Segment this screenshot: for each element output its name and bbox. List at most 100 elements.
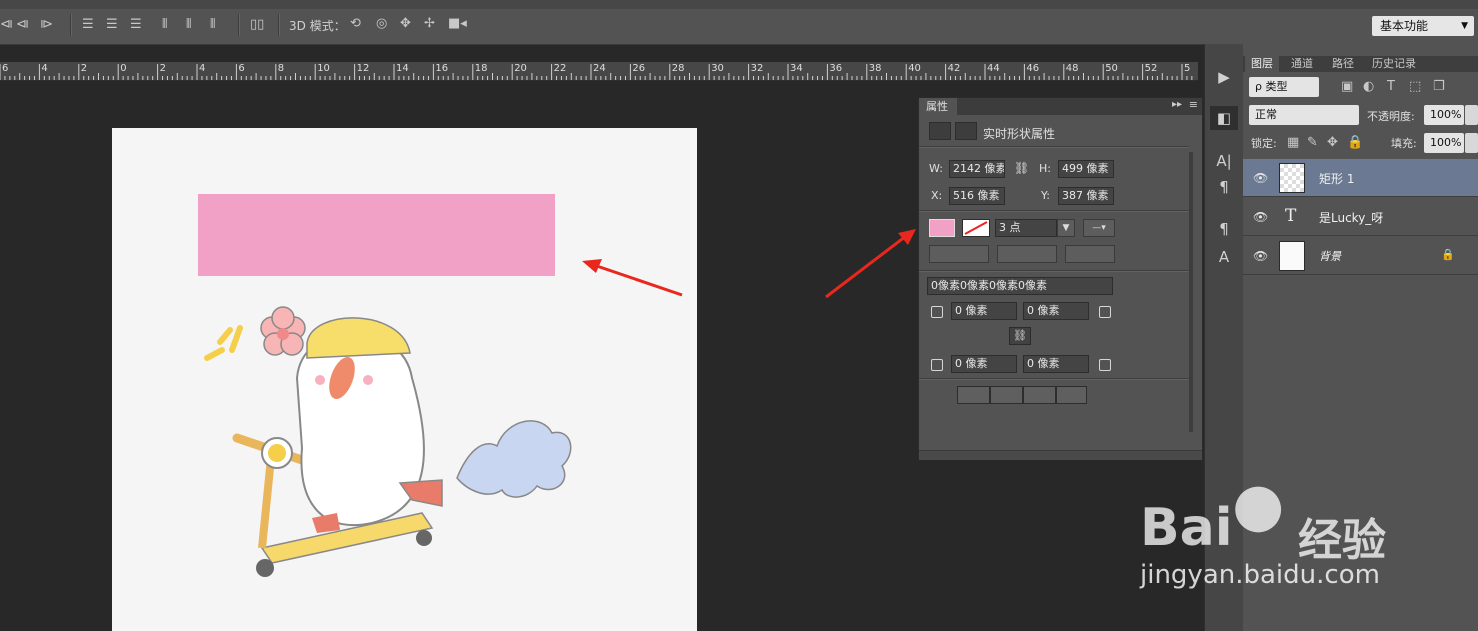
3d-scale-icon[interactable]: ■◂ — [448, 17, 467, 31]
watermark-brand-cn: 经验 — [1298, 515, 1386, 566]
opacity-dropdown[interactable] — [1465, 105, 1478, 125]
opacity-field[interactable]: 100% — [1424, 105, 1464, 125]
corner-br-field[interactable]: 0 像素 — [1023, 355, 1089, 373]
path-intersect-button[interactable] — [1023, 386, 1056, 404]
tab-layers[interactable]: 图层 — [1245, 56, 1279, 72]
stroke-align-dropdown[interactable] — [929, 245, 989, 263]
stroke-color-swatch[interactable] — [962, 219, 990, 237]
ruler-label: 12 — [356, 63, 370, 74]
link-corners-button[interactable]: ⛓ — [1009, 327, 1031, 345]
stroke-type-dropdown[interactable]: —▾ — [1083, 219, 1115, 237]
ruler-label: 18 — [474, 63, 488, 74]
3d-slide-icon[interactable]: ✢ — [424, 17, 435, 31]
properties-icon[interactable]: ◧ — [1210, 106, 1238, 130]
lock-paint-icon[interactable]: ✎ — [1307, 136, 1318, 150]
paragraph-style-icon[interactable]: ¶ — [1205, 220, 1243, 238]
corner-tr-field[interactable]: 0 像素 — [1023, 302, 1089, 320]
path-subtract-button[interactable] — [990, 386, 1023, 404]
ruler-label: 50 — [1105, 63, 1118, 74]
corner-tl-icon — [931, 306, 943, 318]
distribute-bottom-icon[interactable]: ☰ — [130, 18, 142, 32]
3d-roll-icon[interactable]: ◎ — [376, 17, 387, 31]
align-center-icon[interactable]: ⧏ — [16, 18, 29, 32]
text-filter-icon[interactable]: T — [1387, 80, 1395, 94]
ruler-label: 14 — [396, 63, 409, 74]
chevron-down-icon[interactable]: ▼ — [1057, 219, 1075, 237]
distribute-top-icon[interactable]: ☰ — [82, 18, 94, 32]
divider — [919, 270, 1189, 272]
lock-move-icon[interactable]: ✥ — [1327, 136, 1338, 150]
collapse-icon[interactable]: ▸▸ — [1172, 99, 1182, 110]
workspace-select[interactable]: 基本功能 ▼ — [1372, 16, 1474, 36]
y-field[interactable]: 387 像素 — [1058, 187, 1114, 205]
corner-bl-icon — [931, 359, 943, 371]
shape-filter-icon[interactable]: ⬚ — [1409, 80, 1421, 94]
ruler-label: 4 — [199, 63, 206, 74]
paragraph-icon[interactable]: ¶ — [1205, 178, 1243, 196]
pink-rectangle-shape[interactable] — [198, 194, 555, 276]
fill-dropdown[interactable] — [1465, 133, 1478, 153]
stroke-cap-dropdown[interactable] — [997, 245, 1057, 263]
fill-field[interactable]: 100% — [1424, 133, 1464, 153]
stroke-width-field[interactable]: 3 点 — [995, 219, 1057, 237]
w-label: W: — [929, 162, 943, 175]
eye-icon[interactable]: 👁 — [1253, 210, 1268, 224]
lock-label: 锁定: — [1251, 137, 1277, 150]
path-combine-button[interactable] — [957, 386, 990, 404]
shape-properties-icon[interactable] — [929, 122, 951, 140]
layer-row-rectangle[interactable]: 👁 矩形 1 — [1243, 159, 1478, 197]
panel-menu-icon[interactable]: ≡ — [1189, 98, 1198, 111]
layer-thumbnail — [1279, 163, 1305, 193]
filter-type-select[interactable]: ρ 类型 — [1249, 77, 1319, 97]
align-right-icon[interactable]: ⧐ — [40, 18, 53, 32]
width-field[interactable]: 2142 像素 — [949, 160, 1005, 178]
distribute-hcenter-icon[interactable]: ⫴ — [186, 18, 191, 32]
lock-all-icon[interactable]: 🔒 — [1347, 136, 1363, 150]
tab-history[interactable]: 历史记录 — [1372, 56, 1416, 72]
ruler-label: 38 — [868, 63, 882, 74]
scrollbar[interactable] — [1189, 152, 1193, 432]
character-icon[interactable]: A| — [1205, 152, 1243, 170]
tab-properties[interactable]: 属性 — [919, 98, 957, 115]
path-exclude-button[interactable] — [1056, 386, 1087, 404]
corner-radius-summary[interactable]: 0像素0像素0像素0像素 — [927, 277, 1113, 295]
x-field[interactable]: 516 像素 — [949, 187, 1005, 205]
tab-paths[interactable]: 路径 — [1332, 56, 1354, 72]
tab-channels[interactable]: 通道 — [1291, 56, 1313, 72]
smart-object-filter-icon[interactable]: ❐ — [1433, 80, 1445, 94]
layer-row-text[interactable]: 👁 T 是Lucky_呀 — [1243, 198, 1478, 236]
layer-name[interactable]: 矩形 1 — [1319, 170, 1354, 187]
stroke-corner-dropdown[interactable] — [1065, 245, 1115, 263]
corner-bl-field[interactable]: 0 像素 — [951, 355, 1017, 373]
resize-handle[interactable] — [919, 450, 1202, 460]
distribute-right-icon[interactable]: ⫴ — [210, 18, 215, 32]
image-filter-icon[interactable]: ▣ — [1341, 80, 1353, 94]
link-icon[interactable]: ⛓ — [1014, 161, 1029, 175]
align-left-icon[interactable]: ⧏ — [0, 18, 13, 32]
height-field[interactable]: 499 像素 — [1058, 160, 1114, 178]
smoke-cloud — [456, 420, 572, 498]
layer-name[interactable]: 背景 — [1319, 248, 1341, 264]
distribute-left-icon[interactable]: ⫴ — [162, 18, 167, 32]
ruler-label: 8 — [277, 63, 285, 74]
ruler-label: 6 — [238, 63, 245, 74]
ruler-label: 52 — [1144, 63, 1158, 74]
eye-icon[interactable]: 👁 — [1253, 171, 1268, 185]
layer-row-background[interactable]: 👁 背景 🔒 — [1243, 237, 1478, 275]
3d-rotate-icon[interactable]: ⟲ — [350, 17, 361, 31]
blend-mode-select[interactable]: 正常 — [1249, 105, 1359, 125]
baidu-watermark: Bai ● 经验 jingyan.baidu.com — [1140, 470, 1420, 610]
lock-transparent-icon[interactable]: ▦ — [1287, 136, 1299, 150]
3d-pan-icon[interactable]: ✥ — [400, 17, 411, 31]
mask-properties-icon[interactable] — [955, 122, 977, 140]
character-style-icon[interactable]: A — [1205, 248, 1243, 266]
distribute-middle-icon[interactable]: ☰ — [106, 18, 118, 32]
annotation-arrows — [582, 229, 916, 299]
layer-name[interactable]: 是Lucky_呀 — [1319, 209, 1383, 226]
eye-icon[interactable]: 👁 — [1253, 249, 1268, 263]
play-icon[interactable]: ▶ — [1205, 68, 1243, 86]
corner-tl-field[interactable]: 0 像素 — [951, 302, 1017, 320]
fill-color-swatch[interactable] — [929, 219, 955, 237]
adjustment-filter-icon[interactable]: ◐ — [1363, 80, 1374, 94]
auto-align-icon[interactable]: ▯▯ — [250, 18, 264, 32]
